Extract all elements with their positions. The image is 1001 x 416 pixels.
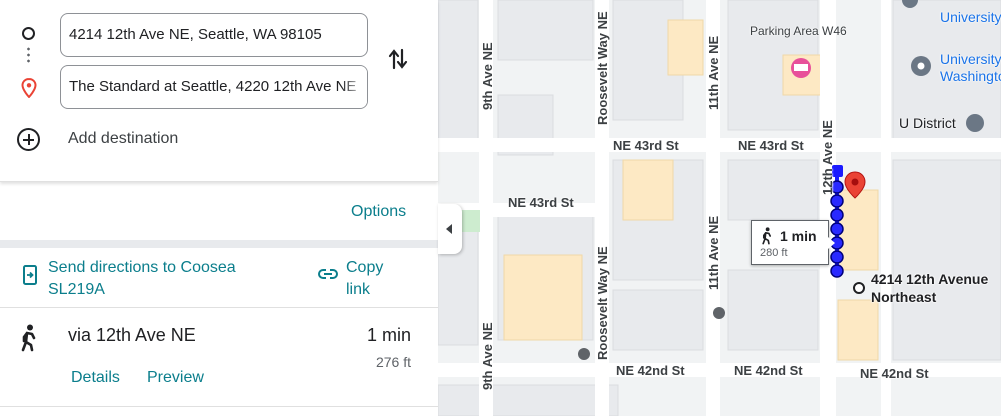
map-canvas[interactable]: NE 43rd St NE 43rd St NE 43rd St NE 42nd… bbox=[438, 0, 1001, 416]
destination-pin-icon bbox=[21, 78, 37, 98]
poi-university-2[interactable]: University bbox=[940, 51, 1001, 67]
destination-input-value: The Standard at Seattle, 4220 12th Ave N… bbox=[69, 78, 357, 95]
street-ne-43rd-mid: NE 43rd St bbox=[613, 138, 679, 153]
add-destination-icon[interactable] bbox=[17, 128, 40, 151]
street-9th-ave-lower: 9th Ave NE bbox=[480, 322, 495, 390]
destination-marker-label: 4214 12th Avenue Northeast bbox=[871, 270, 996, 306]
destination-marker-text: 4214 12th Avenue Northeast bbox=[871, 271, 989, 305]
divider bbox=[0, 406, 438, 407]
route-inputs: 4214 12th Ave NE, Seattle, WA 98105 The … bbox=[0, 0, 438, 182]
street-11th-ave-lower: 11th Ave NE bbox=[706, 215, 721, 290]
street-ne-42nd-c: NE 42nd St bbox=[860, 366, 929, 381]
street-ne-43rd-top: NE 43rd St bbox=[738, 138, 804, 153]
input-fade bbox=[341, 66, 367, 108]
street-roosevelt-way: Roosevelt Way NE bbox=[595, 11, 610, 125]
add-destination-label[interactable]: Add destination bbox=[68, 130, 178, 148]
callout-duration: 1 min bbox=[780, 228, 817, 244]
collapse-panel-button[interactable] bbox=[438, 204, 462, 254]
destination-input[interactable]: The Standard at Seattle, 4220 12th Ave N… bbox=[60, 65, 368, 109]
route-dots-icon bbox=[27, 46, 30, 64]
send-to-phone-icon[interactable] bbox=[23, 265, 37, 285]
street-ne-43rd-left: NE 43rd St bbox=[508, 195, 574, 210]
route-via[interactable]: via 12th Ave NE bbox=[68, 325, 196, 346]
directions-panel: 4214 12th Ave NE, Seattle, WA 98105 The … bbox=[0, 0, 438, 416]
street-ne-42nd-b: NE 42nd St bbox=[734, 363, 803, 378]
origin-input[interactable]: 4214 12th Ave NE, Seattle, WA 98105 bbox=[60, 13, 368, 57]
walk-time-callout[interactable]: 1 min 280 ft bbox=[751, 220, 835, 265]
chevron-left-icon bbox=[446, 224, 452, 234]
options-button[interactable]: Options bbox=[351, 203, 406, 221]
origin-input-value: 4214 12th Ave NE, Seattle, WA 98105 bbox=[69, 26, 322, 43]
section-separator bbox=[0, 240, 438, 248]
street-ne-42nd-a: NE 42nd St bbox=[616, 363, 685, 378]
swap-direction-icon[interactable] bbox=[386, 46, 410, 72]
poi-parking-area[interactable]: Parking Area W46 bbox=[750, 24, 847, 38]
walking-icon bbox=[21, 324, 36, 352]
link-icon[interactable] bbox=[318, 268, 338, 280]
copy-link-button[interactable]: Copy link bbox=[346, 257, 406, 301]
route-duration: 1 min bbox=[366, 325, 411, 345]
street-11th-ave: 11th Ave NE bbox=[706, 35, 721, 110]
street-roosevelt-way-lower: Roosevelt Way NE bbox=[595, 246, 610, 360]
street-12th-ave: 12th Ave NE bbox=[820, 120, 835, 195]
preview-button[interactable]: Preview bbox=[147, 369, 204, 387]
poi-university-2-line2[interactable]: Washingto bbox=[940, 68, 1001, 84]
origin-circle-icon bbox=[22, 27, 35, 40]
divider bbox=[0, 307, 438, 308]
street-9th-ave: 9th Ave NE bbox=[480, 42, 495, 110]
route-distance: 276 ft bbox=[375, 354, 411, 370]
details-button[interactable]: Details bbox=[71, 369, 120, 387]
poi-university-top[interactable]: University bbox=[940, 9, 1001, 25]
callout-distance: 280 ft bbox=[760, 247, 788, 259]
send-directions-link[interactable]: Send directions to Coosea SL219A bbox=[48, 257, 278, 301]
poi-u-district[interactable]: U District bbox=[899, 115, 956, 131]
walking-icon bbox=[762, 227, 772, 245]
